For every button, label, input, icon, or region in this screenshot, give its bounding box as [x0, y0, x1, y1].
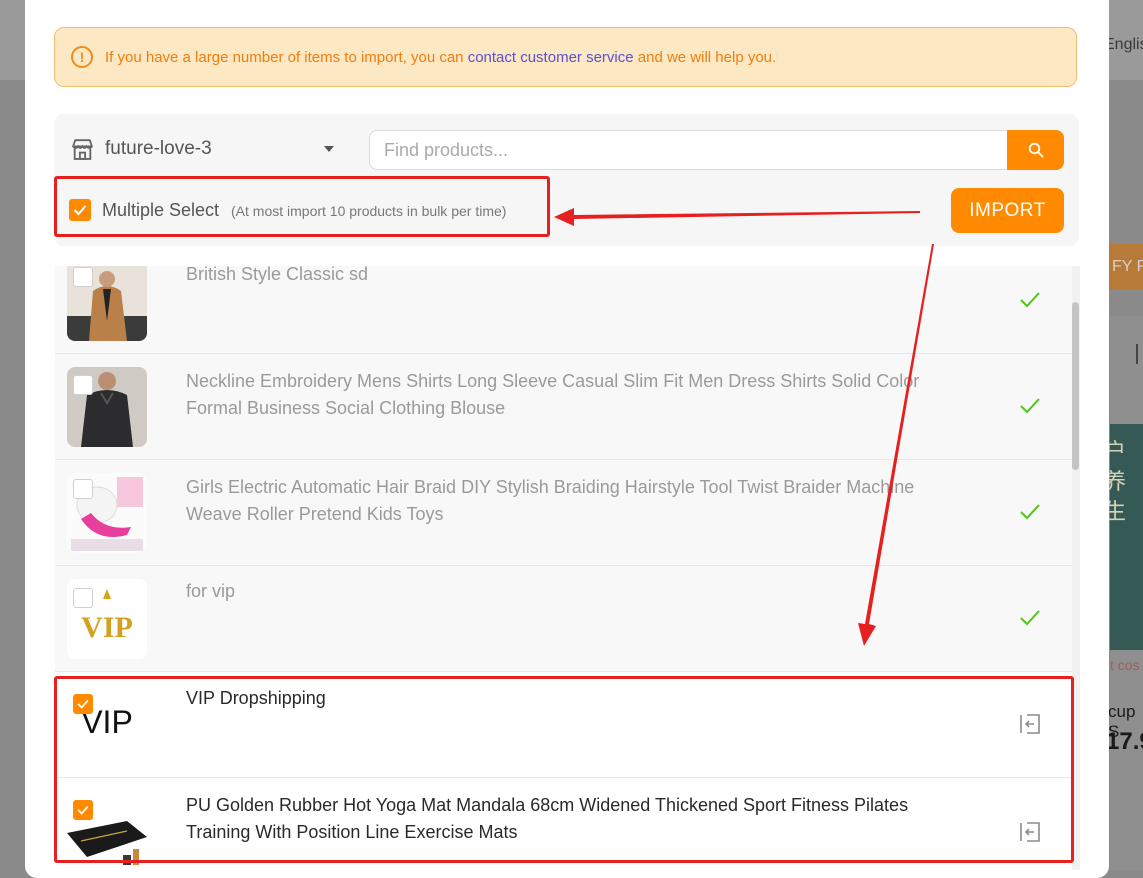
background-cost-label: t cos	[1110, 657, 1140, 673]
chevron-down-icon[interactable]	[324, 146, 334, 152]
product-title: Girls Electric Automatic Hair Braid DIY …	[186, 477, 915, 524]
product-row[interactable]: Neckline Embroidery Mens Shirts Long Sle…	[55, 354, 1072, 460]
product-title: Neckline Embroidery Mens Shirts Long Sle…	[186, 371, 920, 418]
product-row[interactable]: British Style Classic sd	[55, 266, 1072, 354]
product-row[interactable]: Girls Electric Automatic Hair Braid DIY …	[55, 460, 1072, 566]
imported-check-icon	[1020, 504, 1040, 520]
imported-check-icon	[1020, 610, 1040, 626]
imported-check-icon	[1020, 292, 1040, 308]
warning-icon: !	[71, 46, 93, 68]
list-scrollbar-thumb[interactable]	[1072, 302, 1079, 470]
contact-customer-service-link[interactable]: contact customer service	[468, 49, 634, 66]
search-input[interactable]	[369, 130, 1009, 170]
product-title: British Style Classic sd	[186, 266, 369, 284]
product-row[interactable]: VIP for vip	[55, 566, 1072, 672]
product-checkbox[interactable]	[73, 375, 93, 395]
background-orange-button: FY P	[1108, 244, 1143, 290]
background-image-text: 户养生	[1104, 440, 1127, 525]
background-icon	[1136, 344, 1143, 364]
product-checkbox[interactable]	[73, 588, 93, 608]
notice-text: If you have a large number of items to i…	[105, 48, 777, 66]
product-checkbox[interactable]	[73, 267, 93, 287]
search-button[interactable]	[1007, 130, 1064, 170]
product-checkbox[interactable]	[73, 479, 93, 499]
store-icon	[72, 139, 93, 160]
annotation-highlight-multiple-select	[54, 176, 550, 237]
annotation-highlight-selected-products	[54, 676, 1074, 863]
background-product-price: 17.9	[1106, 728, 1143, 755]
svg-text:VIP: VIP	[81, 611, 133, 644]
search-icon	[1028, 142, 1043, 158]
background-language-label: Englis	[1104, 36, 1143, 53]
product-title: for vip	[186, 581, 236, 601]
notice-banner: ! If you have a large number of items to…	[54, 27, 1077, 87]
imported-check-icon	[1020, 398, 1040, 414]
store-selector[interactable]: future-love-3	[105, 138, 212, 160]
import-button[interactable]: IMPORT	[951, 188, 1064, 233]
